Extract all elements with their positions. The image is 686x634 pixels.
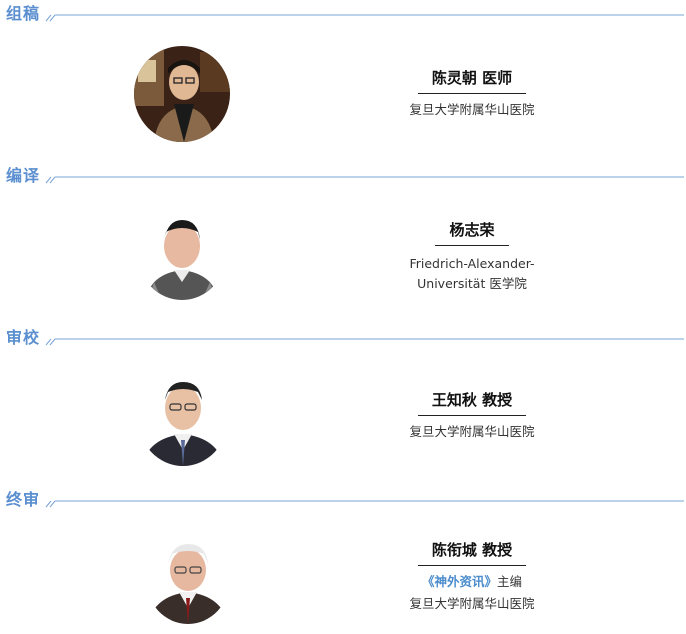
avatar <box>138 370 228 466</box>
section-label: 终审 <box>6 490 41 509</box>
section-review: 审校 王知秋 教授 复旦大学附属华山医院 <box>0 324 686 484</box>
section-final-review: 终审 陈衔城 教授 《神外资讯》主编 复旦大学附属华山医院 <box>0 486 686 634</box>
avatar <box>134 46 230 142</box>
section-header: 编译 <box>0 162 686 188</box>
person-name: 王知秋 教授 <box>417 390 527 416</box>
section-label: 编译 <box>6 166 41 185</box>
person-role: 《神外资讯》主编 <box>386 572 558 592</box>
person-affiliation: 复旦大学附属华山医院 <box>409 424 535 439</box>
section-header: 组稿 <box>0 0 686 26</box>
affiliation-line: Universität 医学院 <box>417 276 527 291</box>
person-affiliation: Friedrich-Alexander- Universität 医学院 <box>386 254 558 294</box>
person-info: 王知秋 教授 复旦大学附属华山医院 <box>386 390 558 442</box>
person-info: 陈灵朝 医师 复旦大学附属华山医院 <box>386 68 558 120</box>
divider-line-icon <box>45 14 684 22</box>
divider-line-icon <box>45 500 684 508</box>
section-translate: 编译 杨志荣 Friedrich-Alexander- Universität … <box>0 162 686 322</box>
journal-name: 《神外资讯》 <box>421 574 497 589</box>
person-name: 陈灵朝 医师 <box>417 68 527 94</box>
role-title: 主编 <box>497 574 523 589</box>
divider-line-icon <box>45 176 684 184</box>
affiliation-line: Friedrich-Alexander- <box>409 256 535 271</box>
avatar <box>138 208 226 300</box>
section-label: 组稿 <box>6 4 41 23</box>
section-header: 审校 <box>0 324 686 350</box>
person-affiliation: 复旦大学附属华山医院 <box>409 596 535 611</box>
section-header: 终审 <box>0 486 686 512</box>
divider-line-icon <box>45 338 684 346</box>
avatar <box>146 534 230 624</box>
person-affiliation: 复旦大学附属华山医院 <box>409 102 535 117</box>
person-info: 杨志荣 Friedrich-Alexander- Universität 医学院 <box>386 220 558 294</box>
section-label: 审校 <box>6 328 41 347</box>
section-compile: 组稿 陈灵朝 医师 复旦大学附属华山医院 <box>0 0 686 160</box>
person-info: 陈衔城 教授 《神外资讯》主编 复旦大学附属华山医院 <box>386 540 558 614</box>
person-name: 陈衔城 教授 <box>417 540 527 566</box>
person-name: 杨志荣 <box>435 220 509 246</box>
